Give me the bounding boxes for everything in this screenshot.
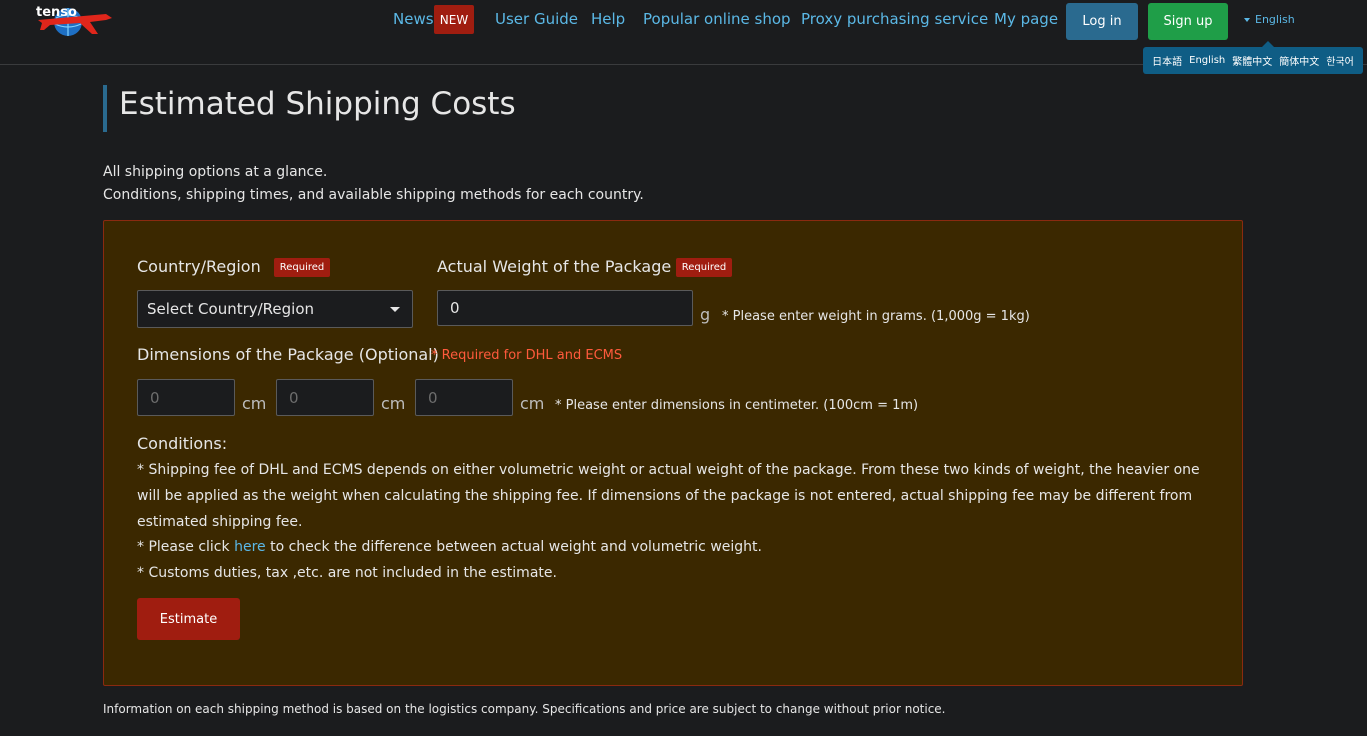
language-toggle[interactable]: English bbox=[1244, 13, 1295, 26]
width-input[interactable] bbox=[276, 379, 374, 416]
length-input[interactable] bbox=[137, 379, 235, 416]
country-label: Country/Region bbox=[137, 257, 261, 276]
dimensions-required-note: * Required for DHL and ECMS bbox=[431, 348, 623, 363]
tenso-logo[interactable]: tenso bbox=[30, 0, 114, 38]
chevron-down-icon bbox=[1244, 18, 1250, 22]
country-required-badge: Required bbox=[274, 258, 330, 277]
weight-label: Actual Weight of the Package bbox=[437, 257, 672, 276]
height-input[interactable] bbox=[415, 379, 513, 416]
weight-input[interactable] bbox=[437, 290, 693, 326]
language-option-simplified-chinese[interactable]: 簡体中文 bbox=[1279, 53, 1319, 68]
language-option-korean[interactable]: 한국어 bbox=[1326, 53, 1354, 68]
estimate-button[interactable]: Estimate bbox=[137, 598, 240, 640]
weight-required-badge: Required bbox=[676, 258, 732, 277]
intro-line-1: All shipping options at a glance. bbox=[103, 164, 328, 180]
condition-line-2: * Please click here to check the differe… bbox=[137, 535, 1207, 561]
nav-my-page[interactable]: My page bbox=[994, 10, 1058, 28]
conditions-title: Conditions: bbox=[137, 434, 228, 453]
language-current: English bbox=[1255, 13, 1295, 26]
condition-line-2-after: to check the difference between actual w… bbox=[265, 539, 762, 556]
news-new-badge: NEW bbox=[434, 5, 474, 34]
login-button[interactable]: Log in bbox=[1066, 3, 1138, 40]
footer-note: Information on each shipping method is b… bbox=[103, 702, 946, 716]
nav-help[interactable]: Help bbox=[591, 10, 625, 28]
language-option-english[interactable]: English bbox=[1189, 55, 1225, 66]
dimensions-hint: * Please enter dimensions in centimeter.… bbox=[555, 398, 919, 413]
language-option-japanese[interactable]: 日本語 bbox=[1152, 53, 1182, 68]
length-unit: cm bbox=[242, 394, 267, 413]
page-title: Estimated Shipping Costs bbox=[119, 86, 516, 122]
weight-unit: g bbox=[700, 305, 711, 324]
country-select-value: Select Country/Region bbox=[147, 300, 315, 318]
estimate-form-panel: Country/Region Required Select Country/R… bbox=[103, 220, 1243, 686]
condition-line-3: * Customs duties, tax ,etc. are not incl… bbox=[137, 565, 557, 582]
width-unit: cm bbox=[381, 394, 406, 413]
condition-line-2-before: * Please click bbox=[137, 539, 235, 556]
logo-text: tenso bbox=[36, 5, 77, 20]
volumetric-weight-link[interactable]: here bbox=[234, 539, 266, 555]
nav-proxy-purchasing-service[interactable]: Proxy purchasing service bbox=[801, 10, 988, 28]
signup-button[interactable]: Sign up bbox=[1148, 3, 1228, 40]
weight-hint: * Please enter weight in grams. (1,000g … bbox=[722, 309, 1030, 324]
chevron-down-icon bbox=[390, 307, 400, 312]
title-accent-bar bbox=[103, 85, 107, 132]
dimensions-label: Dimensions of the Package (Optional) bbox=[137, 345, 439, 364]
country-select[interactable]: Select Country/Region bbox=[137, 290, 413, 328]
nav-user-guide[interactable]: User Guide bbox=[495, 10, 578, 28]
nav-popular-online-shop[interactable]: Popular online shop bbox=[643, 10, 791, 28]
condition-line-1: * Shipping fee of DHL and ECMS depends o… bbox=[137, 462, 1200, 530]
conditions-text: * Shipping fee of DHL and ECMS depends o… bbox=[137, 458, 1207, 587]
nav-news[interactable]: News bbox=[393, 10, 434, 28]
height-unit: cm bbox=[520, 394, 545, 413]
intro-line-2: Conditions, shipping times, and availabl… bbox=[103, 187, 644, 203]
language-menu: 日本語 English 繁體中文 簡体中文 한국어 bbox=[1143, 41, 1363, 74]
language-option-traditional-chinese[interactable]: 繁體中文 bbox=[1232, 53, 1272, 68]
